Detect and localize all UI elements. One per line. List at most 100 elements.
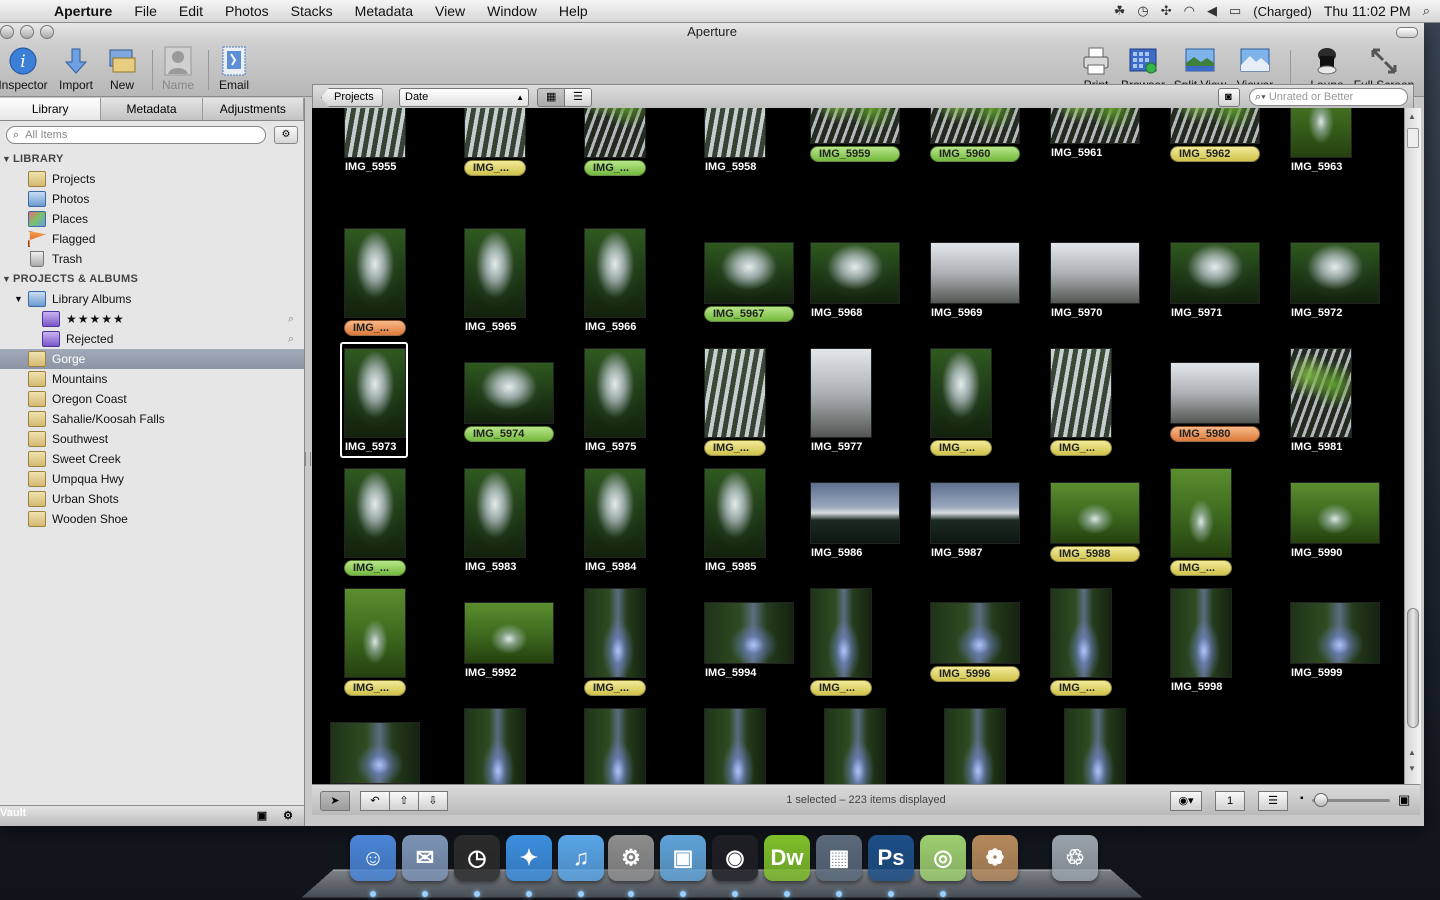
photo-thumbnail-image[interactable] bbox=[1290, 108, 1352, 158]
photo-thumbnail-image[interactable] bbox=[704, 348, 766, 438]
photo-thumbnail-image[interactable] bbox=[944, 708, 1006, 784]
mail-icon[interactable]: ✉ bbox=[402, 835, 448, 881]
battery-icon[interactable]: ▭ bbox=[1229, 3, 1241, 19]
photo-thumbnail-cell[interactable]: IMG_5961 bbox=[1050, 108, 1170, 188]
photo-thumbnail-cell[interactable] bbox=[584, 708, 704, 784]
photo-thumbnail-image[interactable] bbox=[930, 348, 992, 438]
inspector-button[interactable]: i Inspector bbox=[0, 46, 52, 92]
photo-thumbnail-cell[interactable]: IMG_... bbox=[344, 588, 464, 708]
photo-thumbnail-cell[interactable]: IMG_5983 bbox=[464, 468, 584, 588]
photo-thumbnail-cell[interactable]: IMG_5963 bbox=[1290, 108, 1404, 188]
projects-section-header[interactable]: ▼ PROJECTS & ALBUMS bbox=[0, 269, 304, 289]
photo-thumbnail-image[interactable] bbox=[584, 588, 646, 678]
photo-thumbnail-image[interactable] bbox=[930, 482, 1020, 544]
filmstrip-button[interactable]: ☰ bbox=[1258, 791, 1288, 811]
photo-thumbnail-image[interactable] bbox=[704, 108, 766, 158]
photo-thumbnail-image[interactable] bbox=[930, 602, 1020, 664]
photo-thumbnail-image[interactable] bbox=[1170, 108, 1260, 144]
photo-thumbnail-image[interactable] bbox=[810, 482, 900, 544]
system-preferences-icon[interactable]: ⚙ bbox=[608, 835, 654, 881]
rating-filter-input[interactable]: ⌕▾ Unrated or Better bbox=[1249, 88, 1408, 106]
photo-thumbnail-image[interactable] bbox=[810, 348, 872, 438]
smart-settings-icon[interactable]: ⌕ bbox=[288, 309, 294, 329]
photo-thumbnail-image[interactable] bbox=[1050, 242, 1140, 304]
disclosure-triangle-icon[interactable]: ▼ bbox=[2, 269, 13, 289]
photo-thumbnail-image[interactable] bbox=[1290, 242, 1380, 304]
menu-file[interactable]: File bbox=[123, 3, 168, 19]
menu-photos[interactable]: Photos bbox=[214, 3, 280, 19]
itunes-icon[interactable]: ♫ bbox=[558, 835, 604, 881]
photo-thumbnail-cell[interactable] bbox=[824, 708, 944, 784]
photo-thumbnail-image[interactable] bbox=[344, 108, 406, 158]
scroll-up-icon[interactable]: ▲ bbox=[1408, 748, 1416, 757]
photo-thumbnail-image[interactable] bbox=[1050, 108, 1140, 144]
browser-scrollbar[interactable]: ▲ ▲ ▼ bbox=[1404, 108, 1421, 784]
script-menu-icon[interactable]: ☘ bbox=[1114, 3, 1126, 19]
vault-gear-icon[interactable]: ⚙ bbox=[278, 808, 298, 824]
photo-thumbnail-image[interactable] bbox=[584, 348, 646, 438]
photo-thumbnail-image[interactable] bbox=[1170, 362, 1260, 424]
photo-thumbnail-image[interactable] bbox=[1170, 242, 1260, 304]
spotlight-icon[interactable]: ⌕ bbox=[1423, 3, 1430, 19]
photo-thumbnail-image[interactable] bbox=[344, 228, 406, 318]
menu-stacks[interactable]: Stacks bbox=[280, 3, 344, 19]
photo-thumbnail-image[interactable] bbox=[464, 602, 554, 664]
thumbnail-size-knob[interactable] bbox=[1314, 793, 1328, 807]
library-section-header[interactable]: ▼ LIBRARY bbox=[0, 149, 304, 169]
photo-thumbnail-image[interactable] bbox=[464, 108, 526, 158]
preview-icon[interactable]: ▣ bbox=[660, 835, 706, 881]
ichat-icon[interactable]: ◎ bbox=[920, 835, 966, 881]
photo-thumbnail-cell[interactable]: IMG_5987 bbox=[930, 468, 1050, 588]
photo-thumbnail-image[interactable] bbox=[704, 708, 766, 784]
photo-thumbnail-cell[interactable]: IMG_5955 bbox=[344, 108, 464, 188]
sidebar-item-sahalie-koosah-falls[interactable]: Sahalie/Koosah Falls bbox=[0, 409, 304, 429]
photo-thumbnail-image[interactable] bbox=[810, 108, 900, 144]
name-button[interactable]: Name bbox=[158, 46, 198, 92]
photo-thumbnail-image[interactable] bbox=[344, 348, 406, 438]
photo-thumbnail-cell[interactable]: IMG_... bbox=[464, 108, 584, 188]
sidebar-item-photos[interactable]: Photos bbox=[0, 189, 304, 209]
photo-thumbnail-image[interactable] bbox=[1170, 468, 1232, 558]
smart-settings-icon[interactable]: ⌕ bbox=[288, 329, 294, 349]
photo-thumbnail-cell[interactable]: IMG_5994 bbox=[704, 588, 824, 708]
photo-thumbnail-image[interactable] bbox=[1050, 482, 1140, 544]
photo-thumbnail-cell[interactable]: IMG_5980 bbox=[1170, 348, 1290, 468]
toolbar-toggle-button[interactable] bbox=[1396, 27, 1418, 38]
sidebar-item-projects[interactable]: Projects bbox=[0, 169, 304, 189]
menu-metadata[interactable]: Metadata bbox=[344, 3, 424, 19]
photo-thumbnail-cell[interactable]: IMG_5968 bbox=[810, 228, 930, 348]
import-button[interactable]: Import bbox=[56, 46, 96, 92]
photo-thumbnail-cell[interactable]: IMG_5990 bbox=[1290, 468, 1404, 588]
photo-thumbnail-image[interactable] bbox=[584, 468, 646, 558]
close-window-icon[interactable] bbox=[0, 25, 14, 39]
photo-thumbnail-image[interactable] bbox=[1050, 588, 1112, 678]
photo-thumbnail-image[interactable] bbox=[344, 588, 406, 678]
sidebar-item-wooden-shoe[interactable]: Wooden Shoe bbox=[0, 509, 304, 529]
projects-back-button[interactable]: Projects bbox=[321, 88, 383, 107]
photo-thumbnail-cell[interactable]: IMG_5965 bbox=[464, 228, 584, 348]
photo-thumbnail-cell[interactable]: IMG_5996 bbox=[930, 588, 1050, 708]
photo-thumbnail-cell[interactable]: IMG_5958 bbox=[704, 108, 824, 188]
library-action-gear-button[interactable]: ⚙ bbox=[274, 126, 298, 144]
photo-thumbnail-image[interactable] bbox=[464, 468, 526, 558]
sidebar-item-flagged[interactable]: Flagged bbox=[0, 229, 304, 249]
photo-thumbnail-cell[interactable]: IMG_5973 bbox=[340, 342, 464, 468]
view-options-button[interactable]: ◉▾ bbox=[1170, 791, 1202, 811]
photo-thumbnail-cell[interactable]: IMG_5959 bbox=[810, 108, 930, 188]
sidebar-item-places[interactable]: Places bbox=[0, 209, 304, 229]
photo-thumbnail-image[interactable] bbox=[330, 722, 420, 784]
photo-thumbnail-cell[interactable]: IMG_5999 bbox=[1290, 588, 1404, 708]
time-machine-icon[interactable]: ◷ bbox=[1137, 3, 1148, 19]
photo-thumbnail-cell[interactable]: IMG_... bbox=[1050, 588, 1170, 708]
photo-thumbnail-cell[interactable]: IMG_... bbox=[930, 348, 1050, 468]
menu-clock[interactable]: Thu 11:02 PM bbox=[1324, 3, 1411, 19]
photo-thumbnail-cell[interactable]: IMG_5992 bbox=[464, 588, 584, 708]
photo-thumbnail-image[interactable] bbox=[584, 708, 646, 784]
photo-thumbnail-image[interactable] bbox=[930, 108, 1020, 144]
photo-thumbnail-image[interactable] bbox=[464, 708, 526, 784]
photo-thumbnail-image[interactable] bbox=[1064, 708, 1126, 784]
menu-view[interactable]: View bbox=[424, 3, 476, 19]
photo-browser-icon[interactable]: ▦ bbox=[816, 835, 862, 881]
scroll-thumb[interactable] bbox=[1407, 608, 1419, 728]
photo-thumbnail-image[interactable] bbox=[930, 242, 1020, 304]
